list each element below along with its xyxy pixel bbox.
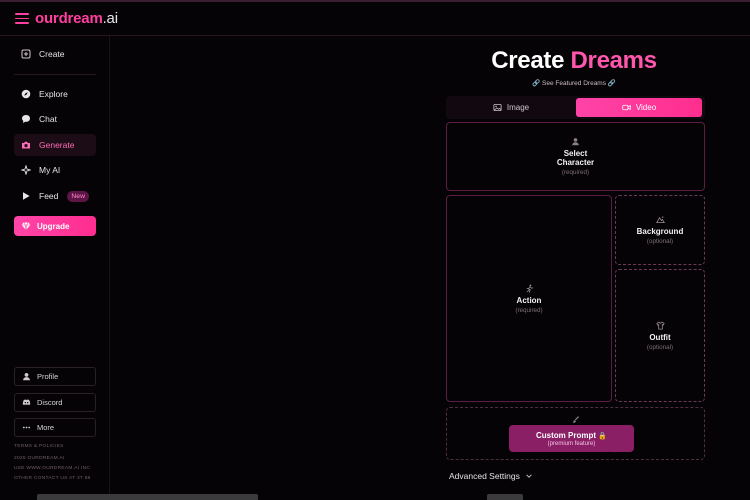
card-subtitle: (optional) [646, 238, 674, 245]
more-label: More [37, 423, 55, 432]
background-card[interactable]: Background (optional) [615, 195, 705, 265]
upgrade-label: Upgrade [37, 221, 70, 231]
sidebar-item-label: My AI [39, 165, 61, 175]
title-part: Dreams [570, 47, 658, 74]
plus-square-icon [21, 49, 31, 59]
upgrade-button[interactable]: Upgrade [14, 216, 96, 236]
camera-icon [22, 141, 30, 149]
compass-icon [21, 89, 31, 99]
outfit-card[interactable]: Outfit (optional) [615, 269, 705, 402]
sidebar-item-label: Feed [39, 191, 59, 201]
brush-icon [573, 416, 580, 423]
card-subtitle: (optional) [646, 343, 674, 351]
chevron-down-icon [526, 474, 532, 478]
main-content: Create Dreams 🔗 See Featured Dreams 🔗 Im… [110, 36, 750, 500]
sidebar-item-label: Explore [39, 89, 68, 99]
card-title: Select [563, 149, 588, 158]
sidebar-divider [14, 74, 96, 75]
custom-prompt-label: Custom Prompt [536, 431, 597, 440]
card-title: Character [556, 158, 595, 167]
profile-label: Profile [37, 372, 59, 381]
card-title: Action [516, 295, 542, 305]
hamburger-menu-icon[interactable] [15, 13, 29, 24]
card-subtitle: (required) [561, 169, 590, 176]
copyright-text: 2025 OURDREAM.AI [14, 456, 65, 461]
sidebar: Create Explore Chat Generate My AI Feed … [0, 36, 110, 500]
new-badge: New [67, 190, 89, 202]
gem-icon [21, 222, 31, 231]
card-title: Outfit [649, 332, 671, 342]
more-dots-icon [22, 426, 31, 429]
mountain-landscape-icon [655, 216, 665, 224]
user-icon [23, 372, 30, 381]
sidebar-item-feed[interactable]: Feed New [14, 185, 96, 207]
footer-line: USE WWW.OURDREAM.AI INC [14, 466, 91, 471]
page-title: Create Dreams [446, 47, 702, 75]
select-character-card[interactable]: Select Character (required) [446, 122, 705, 191]
brand-tld: .ai [102, 10, 118, 27]
image-icon [493, 103, 502, 112]
custom-prompt-button[interactable]: Custom Prompt 🔒 (premium feature) [509, 425, 634, 452]
brand-name: ourdream [35, 10, 103, 27]
discord-icon [22, 399, 31, 406]
tab-label: Video [635, 103, 657, 112]
title-part: Create [491, 47, 565, 74]
advanced-settings-toggle[interactable]: Advanced Settings [449, 471, 533, 481]
profile-button[interactable]: Profile [14, 367, 96, 386]
bottom-scrollbar[interactable] [37, 494, 258, 500]
custom-prompt-card[interactable]: Select Character Prompt Custom Prompt 🔒 … [446, 407, 705, 460]
top-bar: ourdream.ai [0, 0, 750, 36]
discord-label: Discord [37, 398, 63, 407]
user-icon [572, 138, 579, 146]
sidebar-item-label: Create [39, 49, 65, 59]
card-subtitle: (required) [515, 306, 543, 314]
more-button[interactable]: More [14, 418, 96, 437]
shirt-icon [655, 321, 665, 330]
advanced-settings-label: Advanced Settings [449, 471, 520, 481]
tab-image[interactable]: Image [448, 98, 574, 117]
action-card[interactable]: Action (required) [446, 195, 612, 402]
tab-video[interactable]: Video [576, 98, 702, 117]
terms-link[interactable]: TERMS & POLICIES [14, 444, 64, 449]
sidebar-item-explore[interactable]: Explore [14, 83, 96, 105]
sidebar-item-generate[interactable]: Generate [14, 134, 96, 156]
mode-tabs: Image Video [446, 96, 705, 119]
bottom-scrollbar[interactable] [487, 494, 523, 500]
brand-logo[interactable]: ourdream.ai [35, 10, 118, 27]
tab-label: Image [506, 103, 530, 112]
sidebar-item-label: Chat [39, 114, 57, 124]
chat-bubble-icon [22, 115, 30, 123]
sparkle-icon [21, 165, 31, 175]
lock-icon: 🔒 [598, 433, 607, 440]
card-title: Background [636, 227, 684, 236]
sidebar-item-create[interactable]: Create [14, 43, 96, 65]
sidebar-item-my-ai[interactable]: My AI [14, 159, 96, 181]
footer-line: OTHER CONTACT US AT 3T 88 [14, 476, 91, 481]
running-figure-icon [526, 284, 533, 293]
video-camera-icon [622, 104, 631, 111]
premium-feature-text: (premium feature) [547, 441, 596, 447]
discord-button[interactable]: Discord [14, 393, 96, 412]
sidebar-item-chat[interactable]: Chat [14, 108, 96, 130]
sidebar-item-label: Generate [39, 140, 75, 150]
play-icon [23, 192, 30, 200]
see-featured-dreams-link[interactable]: 🔗 See Featured Dreams 🔗 [446, 79, 702, 87]
